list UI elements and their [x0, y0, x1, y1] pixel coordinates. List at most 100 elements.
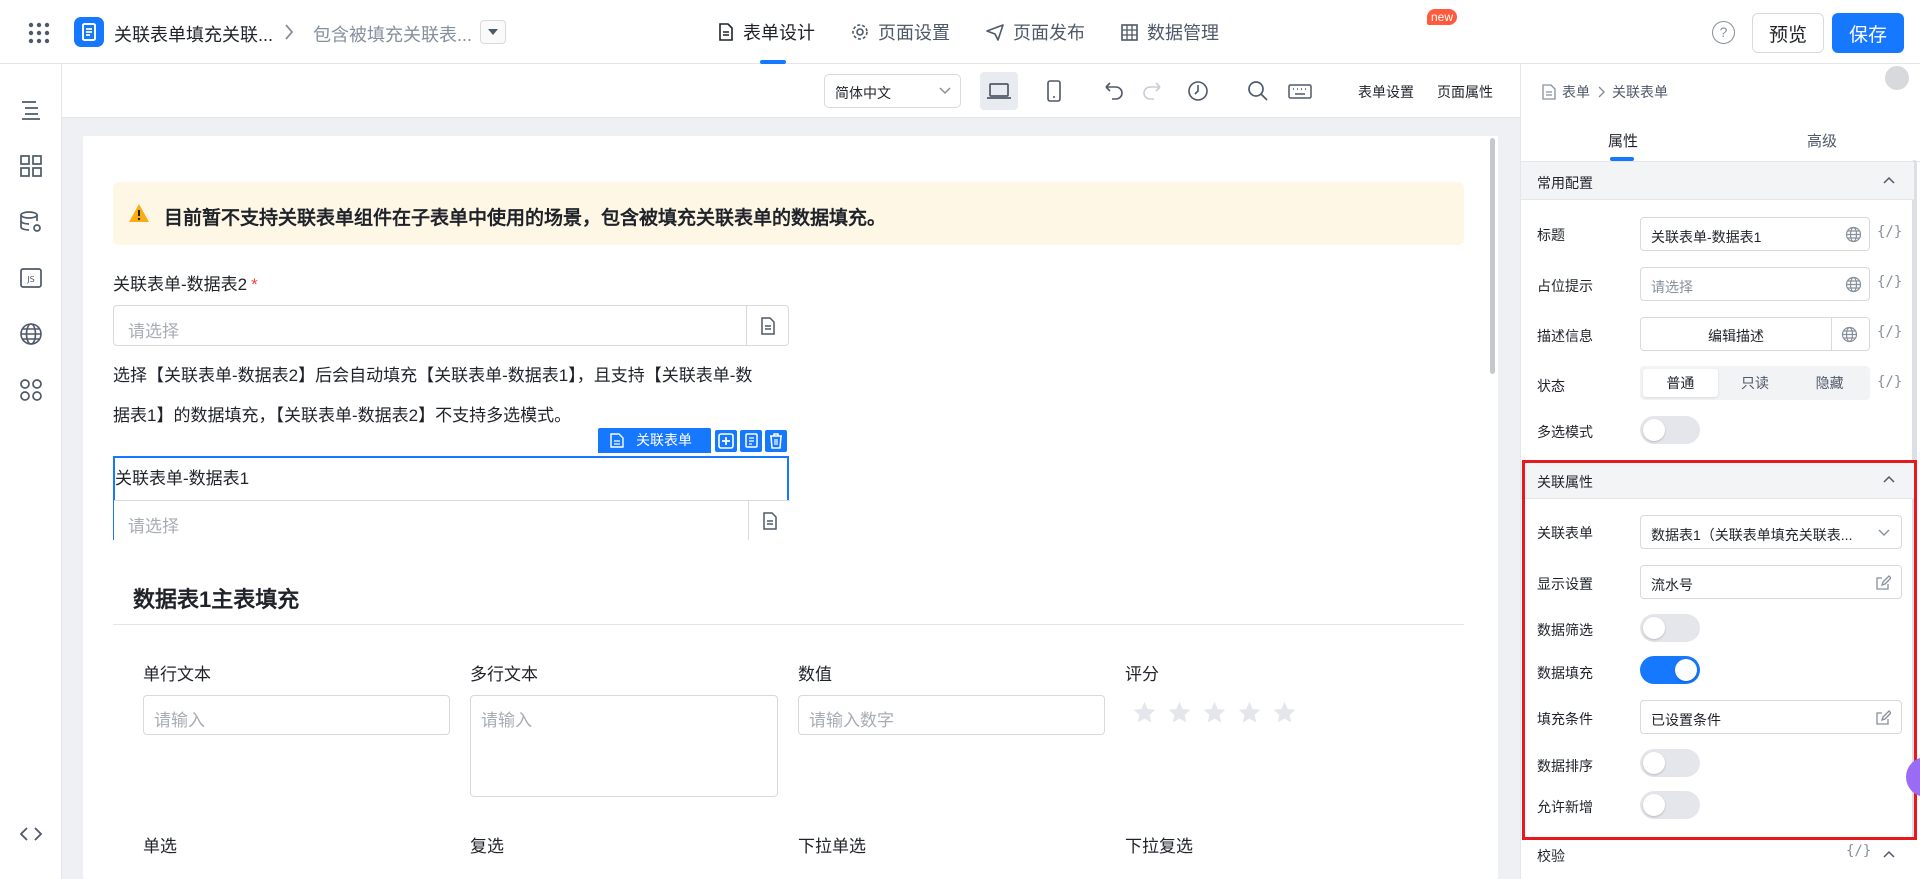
chevron-up-icon: [1883, 475, 1895, 483]
variable-binding-button[interactable]: {/}: [1846, 843, 1871, 859]
tab-properties[interactable]: 属性: [1608, 130, 1638, 151]
data-fill-switch[interactable]: [1640, 656, 1700, 684]
display-settings-field[interactable]: 流水号: [1640, 565, 1902, 599]
star-icon: [1238, 702, 1261, 723]
single-line-input[interactable]: 请输入: [143, 695, 450, 735]
state-option-readonly[interactable]: 只读: [1718, 369, 1793, 397]
document-icon: [1542, 84, 1556, 100]
copy-icon[interactable]: [740, 430, 762, 452]
selected-component-tag[interactable]: 关联表单: [598, 428, 711, 453]
multi-select-switch[interactable]: [1640, 416, 1700, 444]
keyboard-icon[interactable]: [1286, 77, 1314, 105]
prop-label: 多选模式: [1537, 424, 1593, 440]
required-mark: *: [251, 275, 258, 294]
edit-icon: [1876, 575, 1891, 590]
app-grid-icon[interactable]: [28, 22, 50, 44]
add-icon[interactable]: [715, 430, 737, 452]
placeholder-input[interactable]: 请选择: [1640, 267, 1870, 301]
allow-add-switch[interactable]: [1640, 791, 1700, 819]
prop-label: 填充条件: [1537, 711, 1593, 727]
js-icon[interactable]: JS: [19, 266, 43, 290]
title-input[interactable]: 关联表单-数据表1: [1640, 217, 1870, 251]
code-icon[interactable]: [19, 822, 43, 846]
state-segmented-control: 普通 只读 隐藏: [1640, 366, 1870, 400]
selected-component-frame[interactable]: 关联表单-数据表1 请选择: [113, 456, 790, 540]
tab-page-settings[interactable]: 页面设置: [833, 0, 968, 64]
multi-line-textarea[interactable]: 请输入: [470, 695, 778, 797]
save-button[interactable]: 保存: [1832, 13, 1904, 53]
data-sort-switch[interactable]: [1640, 749, 1700, 777]
prop-label: 显示设置: [1537, 576, 1593, 592]
document-icon[interactable]: [748, 501, 790, 540]
divider: [113, 624, 1464, 625]
page-properties-link[interactable]: 页面属性: [1437, 82, 1493, 102]
field-label: 下拉复选: [1125, 837, 1193, 856]
group-relation-properties[interactable]: 关联属性: [1521, 461, 1914, 499]
field-description: 选择【关联表单-数据表2】后会自动填充【关联表单-数据表1】，且支持【关联表单-…: [113, 366, 753, 425]
desktop-view-icon[interactable]: [980, 72, 1018, 110]
history-icon[interactable]: [1184, 77, 1212, 105]
preview-button[interactable]: 预览: [1752, 13, 1824, 53]
variable-binding-button[interactable]: {/}: [1877, 324, 1902, 340]
page-name[interactable]: 包含被填充关联表...: [313, 21, 472, 47]
document-icon[interactable]: [746, 306, 788, 345]
related-form-select[interactable]: 请选择: [114, 500, 790, 540]
canvas-scrollbar[interactable]: [1490, 138, 1495, 374]
variable-binding-button[interactable]: {/}: [1877, 224, 1902, 240]
warning-alert: 目前暂不支持关联表单组件在子表单中使用的场景，包含被填充关联表单的数据填充。: [113, 182, 1464, 245]
alert-text: 目前暂不支持关联表单组件在子表单中使用的场景，包含被填充关联表单的数据填充。: [164, 208, 887, 229]
search-icon[interactable]: [1244, 77, 1272, 105]
delete-icon[interactable]: [765, 430, 787, 452]
field-label: 关联表单-数据表2 *: [113, 275, 258, 294]
state-option-hidden[interactable]: 隐藏: [1792, 369, 1867, 397]
globe-icon[interactable]: [19, 322, 43, 346]
prop-label: 允许新增: [1537, 799, 1593, 815]
fill-condition-field[interactable]: 已设置条件: [1640, 700, 1902, 734]
tab-advanced[interactable]: 高级: [1807, 130, 1837, 151]
star-icon: [1133, 702, 1156, 723]
warning-icon: [129, 204, 149, 222]
variable-binding-button[interactable]: {/}: [1877, 374, 1902, 390]
datasource-icon[interactable]: [19, 210, 43, 234]
field-label: 下拉单选: [798, 837, 866, 856]
tab-page-publish[interactable]: 页面发布: [968, 0, 1103, 64]
state-option-normal[interactable]: 普通: [1643, 369, 1718, 397]
globe-icon: [1841, 326, 1858, 343]
chevron-down-icon: [939, 87, 951, 95]
undo-icon[interactable]: [1098, 77, 1126, 105]
mobile-view-icon[interactable]: [1040, 77, 1068, 105]
page-dropdown-button[interactable]: [480, 20, 506, 44]
avatar[interactable]: [1885, 66, 1909, 90]
app-title[interactable]: 关联表单填充关联...: [114, 21, 273, 47]
form-logo-icon: [74, 17, 104, 47]
globe-icon: [1845, 226, 1862, 243]
form-settings-link[interactable]: 表单设置: [1358, 82, 1414, 102]
variable-binding-button[interactable]: {/}: [1877, 274, 1902, 290]
outline-icon[interactable]: [19, 98, 43, 122]
redo-icon[interactable]: [1140, 77, 1168, 105]
chevron-down-icon: [1878, 529, 1890, 536]
rating-stars[interactable]: [1132, 701, 1297, 725]
tab-form-design[interactable]: 表单设计: [700, 0, 833, 64]
related-form-select[interactable]: 请选择: [113, 305, 789, 346]
number-input[interactable]: 请输入数字: [798, 695, 1105, 735]
tab-data-management[interactable]: 数据管理: [1103, 0, 1237, 64]
send-icon: [986, 24, 1004, 41]
breadcrumb: 表单 关联表单: [1542, 82, 1674, 102]
star-icon: [1273, 702, 1296, 723]
help-icon[interactable]: ?: [1712, 21, 1735, 44]
data-filter-switch[interactable]: [1640, 614, 1700, 642]
left-rail: JS: [0, 64, 62, 879]
edit-description-button[interactable]: 编辑描述: [1640, 317, 1870, 351]
chevron-up-icon: [1883, 176, 1895, 184]
chevron-right-icon: [1598, 86, 1605, 98]
components-icon[interactable]: [19, 154, 43, 178]
group-common-config[interactable]: 常用配置: [1521, 162, 1914, 200]
main-tabs: 表单设计 页面设置 页面发布 数据管理: [700, 0, 1237, 64]
related-form-dropdown[interactable]: 数据表1（关联表单填充关联表...: [1640, 515, 1902, 549]
language-select[interactable]: 简体中文: [824, 74, 961, 108]
plugins-icon[interactable]: [19, 378, 43, 402]
prop-label: 占位提示: [1537, 278, 1593, 294]
panel-scrollbar[interactable]: [1912, 160, 1917, 839]
field-label: 评分: [1125, 665, 1159, 684]
